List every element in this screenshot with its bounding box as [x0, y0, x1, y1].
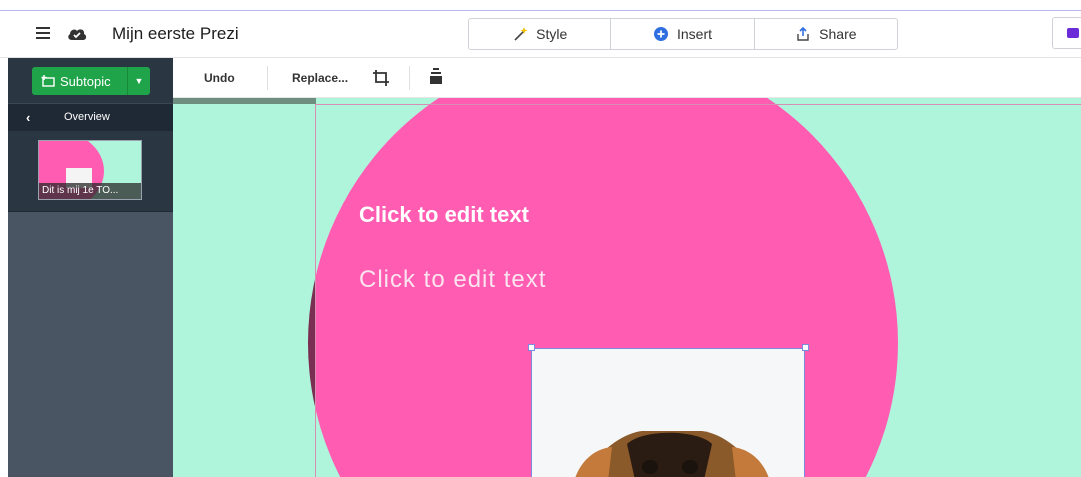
cloud-saved-icon[interactable] [66, 24, 88, 44]
canvas-edge [173, 98, 316, 104]
toolbar-divider [409, 66, 410, 90]
subtopic-label: Subtopic [60, 73, 111, 89]
video-camera-icon [1067, 28, 1079, 38]
style-button[interactable]: Style [469, 19, 612, 49]
arrange-layers-icon[interactable] [430, 68, 442, 86]
plus-circle-icon [654, 27, 668, 41]
slide-body-text[interactable]: Click to edit text [359, 266, 546, 294]
dog-photo [575, 431, 769, 477]
thumbnail-area: Dit is mij 1e TO... [8, 131, 173, 212]
undo-button[interactable]: Undo [204, 58, 235, 97]
subtopic-button[interactable]: Subtopic ▼ [32, 67, 150, 95]
toolbar-divider [267, 66, 268, 90]
chevron-left-icon[interactable]: ‹ [26, 110, 30, 125]
sidebar: Subtopic ▼ ‹ Overview Dit is mij 1e TO..… [8, 58, 173, 477]
resize-handle[interactable] [802, 344, 809, 351]
thumbnail-caption: Dit is mij 1e TO... [39, 183, 141, 199]
style-button-label: Style [536, 26, 568, 42]
magic-wand-icon [514, 27, 528, 41]
sidebar-header: Subtopic ▼ [8, 58, 173, 103]
subtopic-dropdown-icon[interactable]: ▼ [128, 76, 150, 86]
add-topic-icon [41, 75, 55, 87]
resize-handle[interactable] [528, 344, 535, 351]
slide-title-text[interactable]: Click to edit text [359, 202, 529, 228]
presentation-title[interactable]: Mijn eerste Prezi [112, 24, 239, 44]
top-navigation: Style Insert Share [468, 18, 898, 50]
overview-bar[interactable]: ‹ Overview [8, 103, 173, 131]
insert-button[interactable]: Insert [611, 19, 755, 49]
share-button-label: Share [819, 26, 857, 42]
menu-icon[interactable] [36, 27, 50, 39]
replace-button[interactable]: Replace... [292, 58, 348, 97]
crop-icon[interactable] [372, 69, 390, 87]
insert-button-label: Insert [677, 26, 713, 42]
share-upload-icon [797, 26, 809, 41]
slide-thumbnail[interactable]: Dit is mij 1e TO... [38, 140, 142, 200]
dog-image[interactable] [531, 348, 805, 477]
edit-toolbar: Undo Replace... [173, 58, 1081, 98]
present-button[interactable] [1052, 17, 1081, 49]
top-bar: Mijn eerste Prezi Style Insert Share [0, 10, 1081, 58]
prezi-canvas[interactable]: Click to edit text Click to edit text [173, 98, 1081, 477]
overview-label: Overview [64, 111, 110, 123]
subtopic-add[interactable]: Subtopic [32, 67, 128, 95]
share-button[interactable]: Share [755, 19, 897, 49]
